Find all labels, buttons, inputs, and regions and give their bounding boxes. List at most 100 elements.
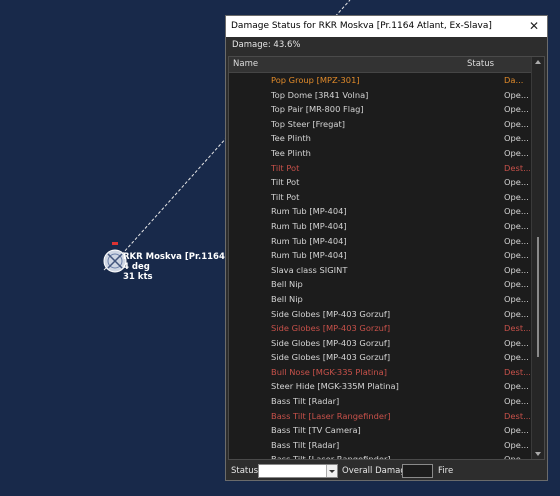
component-status: Ope... <box>504 89 529 100</box>
component-name: Tilt Pot <box>271 191 300 202</box>
status-filter-label: Status: <box>231 466 261 476</box>
table-row[interactable]: Bass Tilt [Laser Rangefinder] Dest... <box>229 409 532 424</box>
scroll-down-icon[interactable] <box>535 452 541 456</box>
component-name: Slava class SIGINT <box>271 264 348 275</box>
component-status: Ope... <box>504 147 529 158</box>
component-name: Bass Tilt [Radar] <box>271 396 340 407</box>
table-row[interactable]: Bell Nip Ope... <box>229 292 532 307</box>
component-name: Side Globes [MP-403 Gorzuf] <box>271 337 391 348</box>
component-status: Ope... <box>504 454 529 460</box>
table-row[interactable]: Bass Tilt [Laser Rangefinder] Ope... <box>229 452 532 460</box>
table-row[interactable]: Steer Hide [MGK-335M Platina] Ope... <box>229 379 532 394</box>
component-name: Top Pair [MR-800 Flag] <box>271 104 364 115</box>
unit-heading: 4 deg <box>123 262 150 272</box>
table-row[interactable]: Rum Tub [MP-404] Ope... <box>229 204 532 219</box>
table-row[interactable]: Tee Plinth Ope... <box>229 146 532 161</box>
component-name: Tilt Pot <box>271 177 300 188</box>
table-row[interactable]: Side Globes [MP-403 Gorzuf] Ope... <box>229 307 532 322</box>
table-row[interactable]: Slava class SIGINT Ope... <box>229 263 532 278</box>
table-row[interactable]: Side Globes [MP-403 Gorzuf] Ope... <box>229 350 532 365</box>
table-row[interactable]: Tilt Pot Ope... <box>229 175 532 190</box>
component-status: Ope... <box>504 264 529 275</box>
scroll-up-icon[interactable] <box>535 60 541 64</box>
column-header-name[interactable]: Name <box>233 59 258 69</box>
table-row[interactable]: Top Pair [MR-800 Flag] Ope... <box>229 102 532 117</box>
status-filter-select[interactable] <box>258 464 338 478</box>
component-name: Bull Nose [MGK-335 Platina] <box>271 366 387 377</box>
list-rows: Pop Group [MPZ-301] Da... Top Dome [3R41 V… <box>229 73 532 460</box>
component-name: Bass Tilt [Laser Rangefinder] <box>271 410 391 421</box>
table-row[interactable]: Top Steer [Fregat] Ope... <box>229 117 532 132</box>
component-status: Dest... <box>504 410 530 421</box>
unit-speed: 31 kts <box>123 272 153 282</box>
component-status: Ope... <box>504 381 529 392</box>
unit-label: RKR Moskva [Pr.1164 Atlan 4 deg 31 kts <box>123 252 227 282</box>
component-name: Top Dome [3R41 Volna] <box>271 89 369 100</box>
component-list[interactable]: Name Status Pop Group [MPZ-301] Da... Top … <box>228 56 545 460</box>
component-status: Dest... <box>504 323 530 334</box>
close-icon[interactable]: ✕ <box>527 16 541 37</box>
overall-damage-input[interactable] <box>402 464 433 478</box>
table-row[interactable]: Top Dome [3R41 Volna] Ope... <box>229 88 532 103</box>
component-name: Tee Plinth <box>271 133 311 144</box>
component-status: Ope... <box>504 396 529 407</box>
damage-summary: Damage: 43.6% <box>232 40 301 50</box>
component-status: Da... <box>504 75 524 85</box>
table-row[interactable]: Side Globes [MP-403 Gorzuf] Dest... <box>229 321 532 336</box>
dialog-title: Damage Status for RKR Moskva [Pr.1164 At… <box>231 21 492 31</box>
table-row[interactable]: Side Globes [MP-403 Gorzuf] Ope... <box>229 336 532 351</box>
component-status: Ope... <box>504 220 529 231</box>
column-header-status[interactable]: Status <box>467 59 494 69</box>
component-name: Bell Nip <box>271 279 303 290</box>
component-name: Side Globes [MP-403 Gorzuf] <box>271 323 391 334</box>
component-status: Ope... <box>504 279 529 290</box>
dialog-footer: Status: Overall Damage: Fire <box>226 462 547 480</box>
dialog-titlebar[interactable]: Damage Status for RKR Moskva [Pr.1164 At… <box>226 16 547 37</box>
component-status: Dest... <box>504 162 530 173</box>
component-status: Ope... <box>504 191 529 202</box>
table-row[interactable]: Bull Nose [MGK-335 Platina] Dest... <box>229 365 532 380</box>
component-name: Side Globes [MP-403 Gorzuf] <box>271 352 391 363</box>
component-name: Side Globes [MP-403 Gorzuf] <box>271 308 391 319</box>
component-name: Tee Plinth <box>271 147 311 158</box>
component-name: Steer Hide [MGK-335M Platina] <box>271 381 399 392</box>
damage-status-dialog: Damage Status for RKR Moskva [Pr.1164 At… <box>225 15 548 481</box>
component-name: Top Steer [Fregat] <box>271 118 345 129</box>
list-header: Name Status <box>229 57 532 73</box>
component-status: Ope... <box>504 104 529 115</box>
component-name: Bass Tilt [Radar] <box>271 439 340 450</box>
component-name: Bass Tilt [Laser Rangefinder] <box>271 454 391 460</box>
table-row[interactable]: Tilt Pot Dest... <box>229 161 532 176</box>
component-status: Ope... <box>504 352 529 363</box>
component-name: Bell Nip <box>271 293 303 304</box>
component-status: Ope... <box>504 425 529 436</box>
component-name: Rum Tub [MP-404] <box>271 206 347 217</box>
fire-label: Fire <box>438 466 454 476</box>
component-name: Tilt Pot <box>271 162 300 173</box>
table-row[interactable]: Tee Plinth Ope... <box>229 131 532 146</box>
scroll-thumb[interactable] <box>537 237 539 357</box>
component-name: Pop Group [MPZ-301] <box>271 75 360 85</box>
chevron-down-icon[interactable] <box>326 465 337 477</box>
component-status: Dest... <box>504 366 530 377</box>
table-row[interactable]: Bass Tilt [TV Camera] Ope... <box>229 423 532 438</box>
table-row[interactable]: Bass Tilt [Radar] Ope... <box>229 438 532 453</box>
component-status: Ope... <box>504 337 529 348</box>
table-row[interactable]: Rum Tub [MP-404] Ope... <box>229 234 532 249</box>
component-status: Ope... <box>504 177 529 188</box>
component-status: Ope... <box>504 118 529 129</box>
table-row[interactable]: Bass Tilt [Radar] Ope... <box>229 394 532 409</box>
table-row[interactable]: Tilt Pot Ope... <box>229 190 532 205</box>
table-row[interactable]: Bell Nip Ope... <box>229 277 532 292</box>
component-status: Ope... <box>504 293 529 304</box>
table-row[interactable]: Pop Group [MPZ-301] Da... <box>229 73 532 88</box>
component-name: Rum Tub [MP-404] <box>271 235 347 246</box>
unit-name: RKR Moskva [Pr.1164 Atlan <box>123 252 227 262</box>
table-row[interactable]: Rum Tub [MP-404] Ope... <box>229 248 532 263</box>
vertical-scrollbar[interactable] <box>531 57 544 459</box>
component-name: Rum Tub [MP-404] <box>271 220 347 231</box>
component-status: Ope... <box>504 308 529 319</box>
component-status: Ope... <box>504 439 529 450</box>
table-row[interactable]: Rum Tub [MP-404] Ope... <box>229 219 532 234</box>
component-status: Ope... <box>504 206 529 217</box>
